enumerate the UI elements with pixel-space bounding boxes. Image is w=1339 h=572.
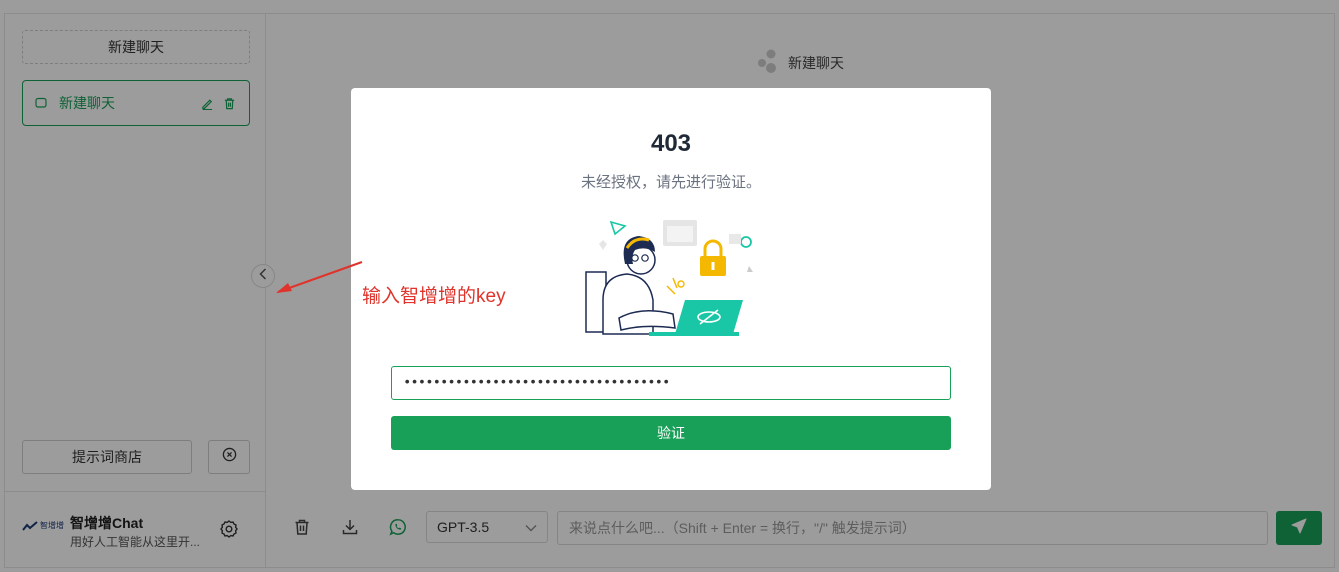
lock-shackle	[703, 239, 723, 256]
error-message: 未经授权，请先进行验证。	[580, 174, 761, 191]
person-arms	[618, 310, 676, 331]
triangle-shape	[609, 220, 627, 236]
small-doc-shape	[729, 234, 741, 244]
circle-shape	[740, 236, 752, 248]
spark-lines	[666, 277, 678, 295]
diamond-shape	[599, 240, 607, 250]
spark-circle	[677, 280, 685, 288]
key-input[interactable]	[391, 366, 951, 400]
annotation-text: 输入智增增的key	[362, 286, 506, 307]
verify-button[interactable]: 验证	[391, 416, 951, 450]
lock-keyhole	[711, 262, 715, 270]
small-triangle-shape	[747, 266, 753, 272]
unauthorized-illustration	[585, 220, 753, 336]
error-code: 403	[650, 130, 692, 157]
annotation-arrow	[276, 261, 363, 293]
folder-inner	[667, 226, 693, 242]
laptop-base	[649, 332, 739, 336]
